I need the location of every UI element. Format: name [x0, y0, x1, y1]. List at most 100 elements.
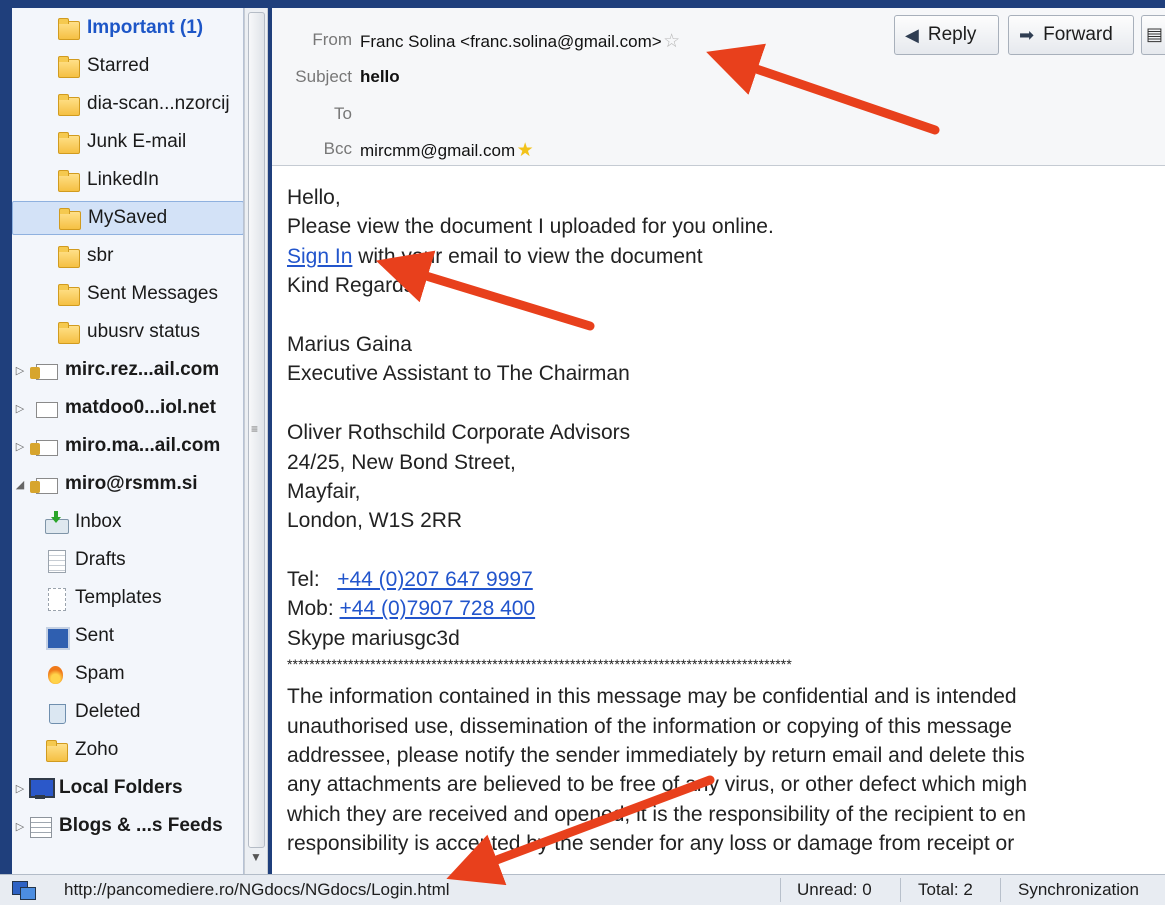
forward-button[interactable]: ➡ Forward [1008, 15, 1134, 55]
total-count: Total: 2 [918, 880, 973, 899]
folder-item[interactable]: ubusrv status [12, 315, 243, 349]
tel-label: Tel: [287, 568, 338, 592]
forward-arrow-icon: ➡ [1019, 24, 1035, 45]
scroll-down-icon[interactable]: ▼ [250, 850, 262, 864]
mob-line: Mob: +44 (0)7907 728 400 [287, 594, 1165, 623]
folder-icon [56, 320, 80, 344]
drafts-icon [44, 548, 68, 573]
divider-line: ****************************************… [287, 656, 792, 673]
expand-toggle-icon[interactable]: ▷ [14, 402, 26, 415]
folder-item[interactable]: ▷ mirc.rez...ail.com [12, 353, 243, 387]
signin-line-text: with your email to view the document [352, 244, 703, 268]
folder-item-label: Sent Messages [87, 283, 218, 304]
folder-icon [56, 130, 80, 154]
signin-link[interactable]: Sign In [287, 245, 352, 268]
folder-item[interactable]: ▷ miro.ma...ail.com [12, 429, 243, 463]
folder-icon [56, 244, 80, 268]
regards: Kind Regards, [287, 274, 421, 298]
folder-item[interactable]: LinkedIn [12, 163, 243, 197]
folder-item[interactable]: Sent Messages [12, 277, 243, 311]
folder-icon [57, 206, 81, 230]
network-status-icon [12, 881, 36, 900]
folder-pane-scrollbar[interactable] [244, 8, 268, 874]
folder-item[interactable]: dia-scan...nzorcij [12, 87, 243, 121]
account-icon [28, 434, 58, 458]
mob-link[interactable]: +44 (0)7907 728 400 [340, 597, 536, 620]
folder-item-label: mirc.rez...ail.com [65, 359, 220, 380]
folder-item[interactable]: Inbox [12, 505, 243, 539]
folder-item-label: Blogs & ...s Feeds [59, 815, 223, 836]
bcc-value[interactable]: mircmm@gmail.com★ [360, 139, 535, 162]
disclaimer-line: addressee, please notify the sender imme… [287, 744, 1025, 768]
folder-item-label: Junk E-mail [87, 131, 187, 152]
folder-item[interactable]: ▷ matdoo0...iol.net [12, 391, 243, 425]
disclaimer-line: any attachments are believed to be free … [287, 773, 1028, 797]
folder-item-label: LinkedIn [87, 169, 159, 190]
from-address[interactable]: Franc Solina <franc.solina@gmail.com> [360, 32, 662, 51]
message-body: Hello, Please view the document I upload… [272, 166, 1165, 874]
folder-item[interactable]: Deleted [12, 695, 243, 729]
subject-value: hello [360, 67, 400, 86]
subject-label: Subject [295, 67, 352, 86]
folder-item[interactable]: ▷ Local Folders [12, 771, 243, 805]
folder-item[interactable]: Spam [12, 657, 243, 691]
archive-button[interactable]: ▤ [1141, 15, 1165, 55]
folder-icon [56, 168, 80, 192]
folder-item[interactable]: ▷ Blogs & ...s Feeds [12, 809, 243, 843]
forward-button-label: Forward [1043, 24, 1113, 45]
folder-item[interactable]: Starred [12, 49, 243, 83]
disclaimer-line: unauthorised use, dissemination of the i… [287, 714, 1012, 738]
folder-item-label: Important (1) [87, 17, 204, 38]
folder-item[interactable]: MySaved [12, 201, 243, 235]
folder-item-label: MySaved [88, 207, 168, 228]
folder-item-label: sbr [87, 245, 114, 266]
tel-link[interactable]: +44 (0)207 647 9997 [337, 568, 533, 591]
folder-item[interactable]: Important (1) [12, 11, 243, 45]
pane-splitter-grip-icon[interactable]: ≡ [251, 422, 258, 436]
bcc-address[interactable]: mircmm@gmail.com [360, 141, 515, 160]
folder-icon [44, 738, 68, 762]
folder-item[interactable]: Zoho [12, 733, 243, 767]
reply-button-label: Reply [927, 24, 977, 45]
folder-item[interactable]: Templates [12, 581, 243, 615]
feed-icon [28, 814, 52, 838]
expand-toggle-icon[interactable]: ▷ [14, 440, 26, 453]
archive-icon: ▤ [1146, 24, 1164, 44]
folder-item-label: miro.ma...ail.com [65, 435, 221, 456]
folder-item-label: matdoo0...iol.net [65, 397, 216, 418]
folder-item[interactable]: Sent [12, 619, 243, 653]
star-filled-icon[interactable]: ★ [515, 139, 535, 162]
folder-item[interactable]: Drafts [12, 543, 243, 577]
to-label: To [334, 104, 352, 123]
expand-toggle-icon[interactable]: ▷ [14, 820, 26, 833]
folder-item-label: Deleted [75, 701, 141, 722]
expand-toggle-icon[interactable]: ◢ [14, 478, 26, 491]
expand-toggle-icon[interactable]: ▷ [14, 782, 26, 795]
message-header: From Franc Solina <franc.solina@gmail.co… [272, 8, 1165, 166]
folder-item-label: Inbox [75, 511, 122, 532]
body-line-1: Please view the document I uploaded for … [287, 215, 774, 239]
tel-line: Tel: +44 (0)207 647 9997 [287, 565, 1165, 594]
folder-item[interactable]: ◢ miro@rsmm.si [12, 467, 243, 501]
folder-item-label: Templates [75, 587, 162, 608]
folder-item-label: Local Folders [59, 777, 183, 798]
sent-icon [44, 624, 70, 650]
folder-pane: Important (1) Starred dia-scan...nzorcij Ju… [12, 8, 244, 874]
folder-item[interactable]: sbr [12, 239, 243, 273]
greeting: Hello, [287, 186, 341, 209]
inbox-icon [44, 510, 69, 534]
account-icon [28, 472, 58, 496]
signature-name: Marius Gaina [287, 332, 412, 356]
star-icon[interactable]: ☆ [662, 30, 682, 53]
expand-toggle-icon[interactable]: ▷ [14, 364, 26, 377]
reply-button[interactable]: ◀ Reply [894, 15, 999, 55]
folder-icon [56, 92, 80, 116]
templates-icon [44, 586, 68, 611]
folder-item[interactable]: Junk E-mail [12, 125, 243, 159]
account-plain-icon [28, 396, 58, 420]
sync-status[interactable]: Synchronization [1018, 880, 1139, 900]
from-value[interactable]: Franc Solina <franc.solina@gmail.com>☆ [360, 30, 682, 53]
folder-item-label: Sent [75, 625, 115, 646]
folder-icon [56, 16, 80, 40]
disclaimer-line: which they are received and opened, it i… [287, 802, 1026, 826]
